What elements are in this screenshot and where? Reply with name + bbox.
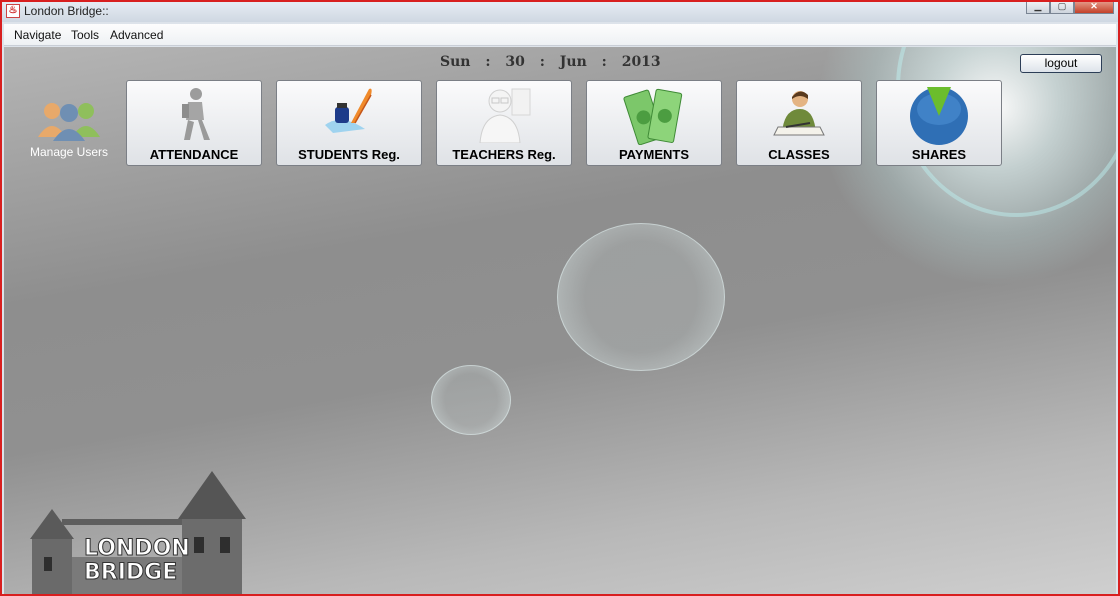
attendance-label: ATTENDANCE <box>149 147 239 162</box>
payments-button[interactable]: PAYMENTS <box>586 80 722 166</box>
manage-users-label: Manage Users <box>29 145 109 159</box>
logo-text-line2: BRIDGE <box>84 560 177 585</box>
date-separator: : <box>601 54 607 70</box>
teachers-reg-label: TEACHERS Reg. <box>452 147 556 162</box>
shares-button[interactable]: SHARES <box>876 80 1002 166</box>
manage-users-button[interactable]: Manage Users <box>26 97 112 169</box>
app-window: ♨ London Bridge:: ▁ ▢ ✕ Navigate Tools A… <box>0 0 1120 596</box>
date-month: Jun <box>559 54 587 70</box>
logo-text-line1: LONDON <box>84 536 190 561</box>
teacher-icon <box>479 88 531 143</box>
menu-bar: Navigate Tools Advanced <box>4 24 1116 46</box>
date-year: 2013 <box>621 54 661 70</box>
logout-button[interactable]: logout <box>1020 54 1102 73</box>
date-separator: : <box>539 54 545 70</box>
users-group-icon <box>38 103 100 141</box>
student-writing-icon <box>773 91 825 136</box>
menu-tools[interactable]: Tools <box>71 28 99 42</box>
payments-label: PAYMENTS <box>618 147 690 162</box>
menu-navigate[interactable]: Navigate <box>14 28 61 42</box>
ink-quill-icon <box>325 88 372 133</box>
money-icon <box>623 88 683 145</box>
menu-advanced[interactable]: Advanced <box>110 28 163 42</box>
classes-button[interactable]: CLASSES <box>736 80 862 166</box>
date-day-name: Sun <box>440 54 471 70</box>
lens-bubble-small <box>431 365 511 435</box>
london-bridge-logo: LONDON BRIDGE <box>30 471 246 594</box>
attendance-button[interactable]: ATTENDANCE <box>126 80 262 166</box>
teachers-reg-button[interactable]: TEACHERS Reg. <box>436 80 572 166</box>
students-reg-label: STUDENTS Reg. <box>298 147 400 162</box>
window-controls: ▁ ▢ ✕ <box>1026 2 1114 14</box>
walking-person-icon <box>182 88 210 140</box>
minimize-button[interactable]: ▁ <box>1026 2 1050 14</box>
shares-label: SHARES <box>911 147 967 162</box>
pie-chart-icon <box>910 87 968 145</box>
current-date: Sun : 30 : Jun : 2013 <box>440 54 671 70</box>
classes-label: CLASSES <box>768 147 830 162</box>
close-button[interactable]: ✕ <box>1074 2 1114 14</box>
maximize-button[interactable]: ▢ <box>1050 2 1074 14</box>
lens-bubble <box>557 223 725 371</box>
java-app-icon: ♨ <box>6 4 20 18</box>
dashboard-panel: Sun : 30 : Jun : 2013 logout Manage User… <box>4 47 1116 594</box>
window-title: London Bridge:: <box>24 4 109 18</box>
date-separator: : <box>485 54 491 70</box>
title-bar[interactable]: ♨ London Bridge:: ▁ ▢ ✕ <box>2 2 1118 22</box>
date-day: 30 <box>505 54 525 70</box>
students-reg-button[interactable]: STUDENTS Reg. <box>276 80 422 166</box>
